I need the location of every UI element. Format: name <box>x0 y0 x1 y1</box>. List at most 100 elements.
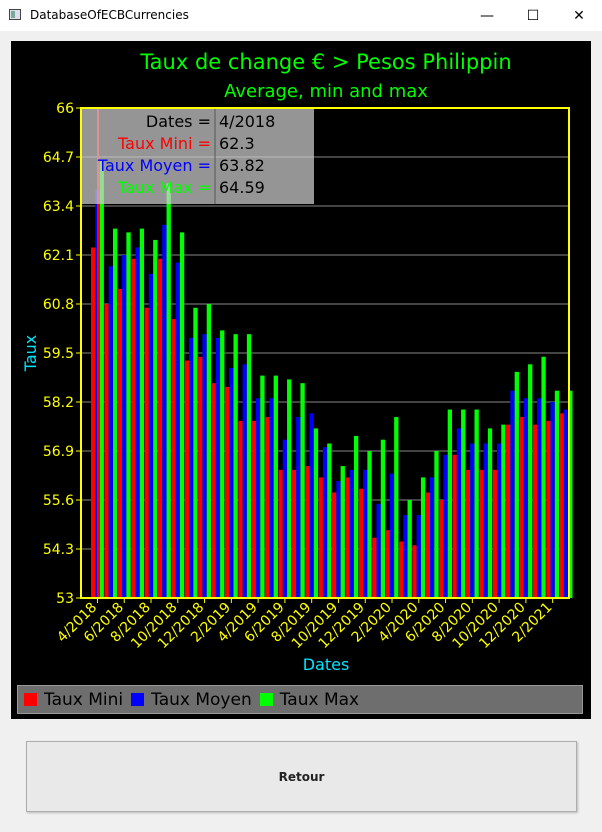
bar-max <box>407 500 412 598</box>
bar-max <box>139 228 145 598</box>
bar-mini <box>291 469 297 598</box>
window-titlebar: DatabaseOfECBCurrencies — ☐ ✕ <box>0 0 602 31</box>
bar-max <box>179 232 185 598</box>
y-tick-label: 60.8 <box>43 297 74 313</box>
retour-button[interactable]: Retour <box>26 741 577 812</box>
bar-mini <box>198 356 203 598</box>
tooltip-label: Dates = <box>146 112 211 131</box>
y-tick-label: 56.9 <box>43 444 74 460</box>
bar-moyen <box>175 262 180 598</box>
bar-moyen <box>282 439 288 598</box>
bar-moyen <box>269 398 274 598</box>
legend-swatch-moyen <box>131 693 145 706</box>
bar-max <box>394 417 399 598</box>
bar-mini <box>332 492 337 598</box>
bar-max <box>273 375 278 598</box>
y-tick-label: 55.6 <box>43 493 74 509</box>
bar-max <box>554 390 560 598</box>
bar-max <box>461 409 466 598</box>
legend-label-max: Taux Max <box>279 689 360 710</box>
tooltip-value: 62.3 <box>219 134 255 153</box>
bar-mini <box>559 413 564 598</box>
bar-mini <box>238 420 243 598</box>
y-tick-label: 66 <box>56 101 74 117</box>
bar-mini <box>144 307 149 598</box>
bar-moyen <box>537 398 542 598</box>
legend-label-moyen: Taux Moyen <box>151 689 252 710</box>
bar-max <box>340 466 345 598</box>
bar-mini <box>251 420 256 598</box>
bar-mini <box>171 319 176 598</box>
bar-max <box>260 375 265 598</box>
app-window-icon <box>9 9 21 20</box>
bar-moyen <box>309 413 314 598</box>
tooltip-label: Taux Moyen = <box>97 156 211 175</box>
bar-mini <box>318 477 323 598</box>
y-tick-label: 64.7 <box>43 150 74 166</box>
bar-mini <box>465 469 471 598</box>
bar-mini <box>265 417 270 598</box>
bar-max <box>367 451 372 598</box>
bar-max <box>300 383 305 598</box>
bar-moyen <box>443 454 448 598</box>
bar-moyen <box>336 481 341 598</box>
y-tick-label: 58.2 <box>43 395 74 411</box>
window-title: DatabaseOfECBCurrencies <box>30 8 189 22</box>
bar-mini <box>278 469 283 598</box>
bar-mini <box>385 530 390 598</box>
bar-max <box>487 428 493 598</box>
bar-moyen <box>523 398 529 598</box>
bar-moyen <box>563 409 569 598</box>
bar-max <box>193 307 198 598</box>
bar-moyen <box>202 334 207 598</box>
bar-max <box>287 379 292 598</box>
tooltip-value: 64.59 <box>219 178 265 197</box>
bar-mini <box>398 541 404 598</box>
bar-mini <box>532 424 538 598</box>
bar-mini <box>345 477 350 598</box>
legend-item-mini: Taux Mini <box>24 690 123 710</box>
x-axis-label: Dates <box>303 655 350 674</box>
bar-moyen <box>162 224 167 598</box>
bar-moyen <box>456 428 462 598</box>
bar-max <box>434 451 439 598</box>
bar-moyen <box>416 515 421 598</box>
bar-max <box>501 424 506 598</box>
bar-moyen <box>403 515 408 598</box>
bar-mini <box>184 360 190 598</box>
bar-max <box>112 228 118 598</box>
bar-max <box>353 435 359 598</box>
y-tick-label: 54.3 <box>43 542 74 558</box>
bar-moyen <box>363 469 368 598</box>
bar-moyen <box>296 417 301 598</box>
bar-mini <box>91 247 96 598</box>
close-button[interactable]: ✕ <box>556 0 602 31</box>
bar-max <box>99 161 104 598</box>
y-tick-label: 59.5 <box>43 346 74 362</box>
bar-mini <box>131 258 136 598</box>
y-tick-label: 63.4 <box>43 199 74 215</box>
bar-moyen <box>229 368 234 598</box>
legend-swatch-max <box>259 693 273 706</box>
bar-mini <box>479 469 484 598</box>
bar-mini <box>211 383 216 598</box>
bar-moyen <box>376 503 381 598</box>
bar-mini <box>439 500 444 598</box>
bar-mini <box>492 469 497 598</box>
bar-max <box>166 183 171 598</box>
bar-moyen <box>242 364 247 598</box>
bar-max <box>153 239 158 598</box>
bar-moyen <box>510 390 515 598</box>
minimize-button[interactable]: — <box>464 0 510 31</box>
bar-mini <box>358 488 364 598</box>
legend-swatch-mini <box>24 693 37 706</box>
tooltip-label: Taux Mini = <box>117 134 211 153</box>
bar-moyen <box>108 266 113 598</box>
y-axis-label: Taux <box>21 335 40 373</box>
maximize-button[interactable]: ☐ <box>510 0 556 31</box>
bar-moyen <box>496 443 502 598</box>
bar-max <box>327 443 332 598</box>
bar-mini <box>519 417 524 598</box>
bar-max <box>541 356 546 598</box>
bar-mini <box>372 537 377 598</box>
